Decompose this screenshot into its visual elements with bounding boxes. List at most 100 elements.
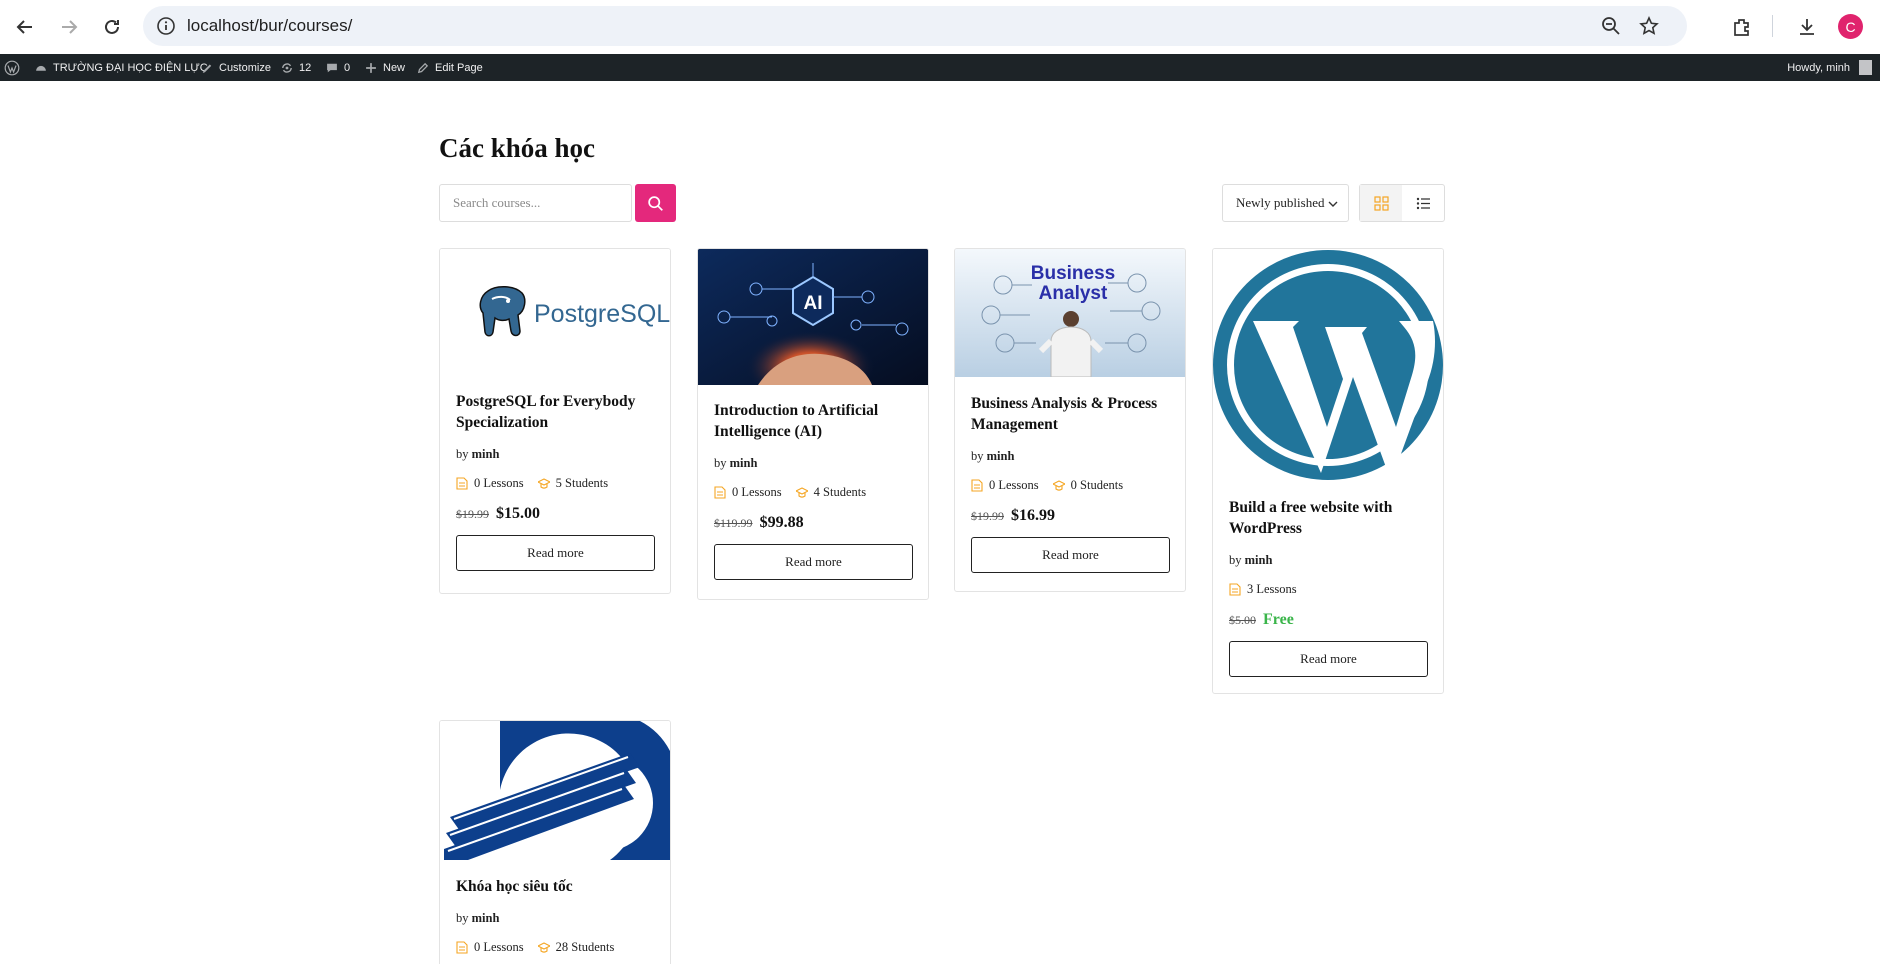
read-more-button[interactable]: Read more xyxy=(971,537,1170,573)
course-author: by minh xyxy=(456,911,500,925)
customize-menu[interactable]: Customize xyxy=(200,54,271,81)
url-text[interactable]: localhost/bur/courses/ xyxy=(187,16,352,36)
original-price: $5.00 xyxy=(1229,613,1256,627)
comments-count: 0 xyxy=(344,61,351,74)
students-cap-icon xyxy=(537,942,550,953)
customize-label: Customize xyxy=(219,61,271,74)
new-content-menu[interactable]: New xyxy=(364,54,405,81)
course-price: $19.99 $16.99 xyxy=(971,507,1169,525)
edit-page-menu[interactable]: Edit Page xyxy=(416,54,483,81)
course-price: $119.99 $99.88 xyxy=(714,514,912,532)
download-icon[interactable] xyxy=(1796,16,1818,38)
students-count: 28 Students xyxy=(555,940,615,954)
arrow-left-icon xyxy=(16,20,32,34)
reload-icon xyxy=(105,19,119,34)
read-more-button[interactable]: Read more xyxy=(1229,641,1428,677)
brush-icon xyxy=(202,64,212,73)
comments-menu[interactable]: 0 xyxy=(325,54,350,81)
view-switcher xyxy=(1359,184,1445,222)
students-cap-icon xyxy=(537,478,550,489)
course-thumbnail[interactable]: PostgreSQL xyxy=(440,249,670,373)
grid-icon xyxy=(1373,195,1389,211)
course-author: by minh xyxy=(456,447,500,461)
arrow-right-icon xyxy=(62,20,78,34)
read-more-button[interactable]: Read more xyxy=(714,544,913,580)
wordpress-logo-icon xyxy=(4,60,20,75)
chevron-down-icon xyxy=(1328,201,1338,207)
dashboard-gauge-icon xyxy=(36,65,46,71)
account-menu[interactable]: Howdy, minh xyxy=(1787,54,1872,81)
author-link[interactable]: minh xyxy=(472,911,500,925)
sale-price: $15.00 xyxy=(496,505,540,522)
zoom-icon[interactable] xyxy=(1601,16,1621,36)
lesson-file-icon xyxy=(1229,583,1241,596)
lesson-file-icon xyxy=(971,479,983,492)
address-bar[interactable]: localhost/bur/courses/ xyxy=(143,6,1687,46)
course-thumbnail[interactable]: Business Analyst xyxy=(955,249,1185,377)
browser-toolbar: localhost/bur/courses/ C xyxy=(0,0,1880,54)
new-label: New xyxy=(383,61,406,74)
course-price: $5.00 Free xyxy=(1229,611,1427,629)
extensions-icon[interactable] xyxy=(1731,16,1753,38)
ai-illustration: AI xyxy=(698,249,928,385)
students-cap-icon xyxy=(795,487,808,498)
howdy-label: Howdy, minh xyxy=(1787,61,1850,74)
lesson-file-icon xyxy=(456,941,468,954)
site-name-label: TRƯỜNG ĐẠI HỌC ĐIỆN LỰC xyxy=(53,61,208,74)
sort-selected-value: Newly published xyxy=(1236,195,1325,210)
pencil-icon xyxy=(417,62,429,73)
search-button[interactable] xyxy=(635,184,676,222)
lessons-count: 0 Lessons xyxy=(474,940,524,954)
page-title: Các khóa học xyxy=(439,133,596,163)
lessons-count: 3 Lessons xyxy=(1247,582,1297,596)
course-title[interactable]: Business Analysis & Process Management xyxy=(971,393,1169,435)
profile-avatar[interactable]: C xyxy=(1838,14,1863,39)
course-card: AI Introduction to Artificial Intelligen… xyxy=(697,248,929,600)
wp-logo-menu[interactable] xyxy=(4,54,20,81)
grid-view-button[interactable] xyxy=(1360,185,1402,221)
students-cap-icon xyxy=(1052,480,1065,491)
course-thumbnail[interactable] xyxy=(440,721,670,860)
reload-button[interactable] xyxy=(97,12,127,42)
updates-count: 12 xyxy=(299,61,312,74)
back-button[interactable] xyxy=(10,12,40,42)
comment-bubble-icon xyxy=(327,63,337,72)
toolbar-divider xyxy=(1772,15,1773,37)
list-view-button[interactable] xyxy=(1402,185,1444,221)
author-link[interactable]: minh xyxy=(1245,553,1273,567)
course-meta: 3 Lessons xyxy=(1229,582,1427,597)
course-author: by minh xyxy=(714,456,758,470)
course-card: Build a free website with WordPress by m… xyxy=(1212,248,1444,694)
thumb-text-analyst: Analyst xyxy=(1039,283,1108,304)
updates-icon xyxy=(282,62,292,73)
postgresql-logo: PostgreSQL xyxy=(479,286,670,337)
bookmark-star-icon[interactable] xyxy=(1639,16,1659,36)
course-author: by minh xyxy=(1229,553,1273,567)
read-more-button[interactable]: Read more xyxy=(456,535,655,571)
author-link[interactable]: minh xyxy=(472,447,500,461)
course-title[interactable]: PostgreSQL for Everybody Specialization xyxy=(456,391,654,433)
wordpress-logo xyxy=(1213,250,1443,481)
postgresql-logo-text: PostgreSQL xyxy=(534,300,670,328)
wp-admin-bar: TRƯỜNG ĐẠI HỌC ĐIỆN LỰC Customize 12 0 N… xyxy=(0,54,1880,81)
course-meta: 0 Lessons 0 Students xyxy=(971,478,1169,493)
course-meta: 0 Lessons 28 Students xyxy=(456,940,654,955)
sort-dropdown[interactable]: Newly published xyxy=(1222,184,1349,222)
course-author: by minh xyxy=(971,449,1015,463)
course-title[interactable]: Build a free website with WordPress xyxy=(1229,497,1427,539)
course-title[interactable]: Introduction to Artificial Intelligence … xyxy=(714,400,912,442)
site-name-menu[interactable]: TRƯỜNG ĐẠI HỌC ĐIỆN LỰC xyxy=(34,54,208,81)
students-count: 0 Students xyxy=(1070,478,1124,492)
course-thumbnail[interactable] xyxy=(1213,249,1443,481)
forward-button[interactable] xyxy=(54,12,84,42)
author-link[interactable]: minh xyxy=(987,449,1015,463)
course-title[interactable]: Khóa học siêu tốc xyxy=(456,876,654,897)
author-link[interactable]: minh xyxy=(730,456,758,470)
course-thumbnail[interactable]: AI xyxy=(698,249,928,385)
sale-price: $16.99 xyxy=(1011,507,1055,524)
course-meta: 0 Lessons 4 Students xyxy=(714,485,912,500)
business-analyst-illustration: Business Analyst xyxy=(955,249,1185,377)
search-courses-input[interactable] xyxy=(439,184,632,222)
site-info-icon[interactable] xyxy=(156,16,176,36)
updates-menu[interactable]: 12 xyxy=(280,54,311,81)
